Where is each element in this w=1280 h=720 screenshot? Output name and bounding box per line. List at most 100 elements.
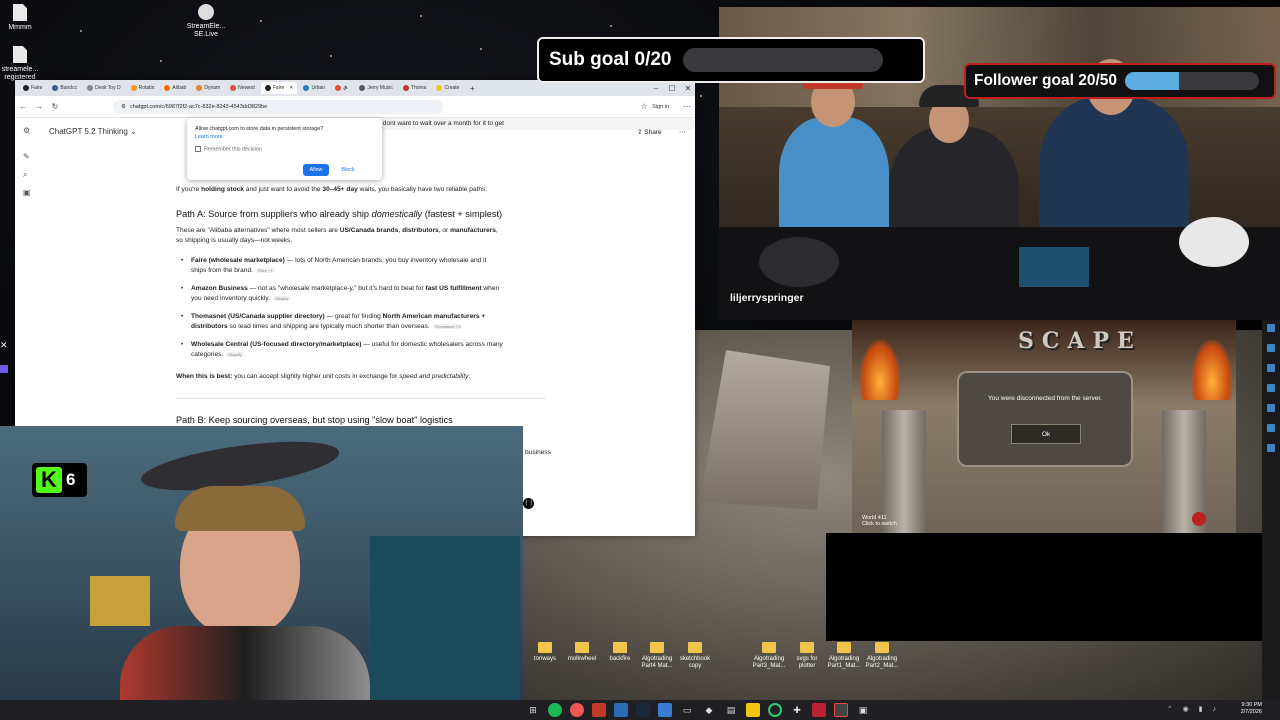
desktop-folder[interactable]: sketchbook copy — [677, 642, 713, 670]
terminal-icon[interactable]: ▭ — [680, 703, 694, 717]
file-explorer-icon[interactable] — [746, 703, 760, 717]
app-icon[interactable]: ✚ — [790, 703, 804, 717]
tool-icon[interactable] — [1267, 404, 1275, 412]
citation-chip[interactable]: Faire +1 — [255, 268, 275, 273]
more-options-icon[interactable]: ⋯ — [679, 128, 686, 138]
desktop-folder[interactable]: Algotrading Part3_Mat... — [751, 642, 787, 670]
desktop-folder[interactable]: Algotrading Part2_Mat... — [864, 642, 900, 670]
app-icon[interactable]: ◆ — [702, 703, 716, 717]
library-icon[interactable]: ▣ — [23, 188, 31, 197]
app-icon[interactable] — [812, 703, 826, 717]
app-icon[interactable]: ▣ — [856, 703, 870, 717]
world-switcher[interactable]: World 411 Click to switch — [862, 515, 897, 527]
path-b-heading: Path B: Keep sourcing overseas, but stop… — [176, 415, 453, 425]
share-button[interactable]: ⇪ Share — [637, 128, 662, 138]
desktop-folder[interactable]: Algotrading Part4 Mat... — [639, 642, 675, 670]
back-button[interactable]: ← — [15, 102, 31, 111]
forward-button[interactable]: → — [31, 102, 47, 111]
tab[interactable]: Faire — [19, 82, 46, 94]
tab-active[interactable]: Faire ✕ — [260, 82, 298, 94]
steam-icon[interactable] — [636, 703, 650, 717]
the-lot-radio-sign — [1179, 217, 1249, 267]
tool-icon[interactable] — [1267, 324, 1275, 332]
desktop-icon-doc[interactable]: Mmmm — [0, 4, 40, 32]
sign-in-button[interactable]: Sign in — [652, 104, 669, 110]
learn-more-link[interactable]: Learn more — [195, 134, 374, 140]
file-icon — [13, 46, 27, 63]
desktop-folder[interactable]: molkwheel — [564, 642, 600, 663]
tab[interactable]: Alibab — [160, 82, 190, 94]
list-item: Amazon Business — not as "wholesale mark… — [181, 284, 571, 304]
app-icon[interactable]: ▤ — [724, 703, 738, 717]
music-toggle-icon[interactable] — [1192, 512, 1206, 526]
spotify-icon[interactable] — [548, 703, 562, 717]
desktop-icon-doc-2[interactable]: streamele... registered — [0, 46, 40, 82]
tab[interactable]: Dynam — [192, 82, 224, 94]
tab[interactable]: Rotatin — [127, 82, 159, 94]
address-bar[interactable]: ⚙ chatgpt.com/c/6987f2f2-ac7c-832e-8243-4… — [113, 99, 443, 114]
start-button[interactable]: ⊞ — [526, 703, 540, 717]
search-icon[interactable]: ⌕ — [23, 170, 27, 180]
tab[interactable]: Urban — [299, 82, 329, 94]
new-tab-button[interactable]: + — [465, 84, 479, 93]
tab[interactable]: Thoma — [399, 82, 431, 94]
favicon-icon — [303, 85, 310, 91]
app-icon[interactable] — [658, 703, 672, 717]
intro-paragraph: If you're holding stock and just want to… — [176, 186, 488, 193]
desktop-folder[interactable]: svgs for plotter — [789, 642, 825, 670]
close-icon[interactable]: ✕ — [0, 340, 12, 351]
close-tab-icon[interactable]: ✕ — [289, 85, 293, 91]
obs-icon[interactable] — [834, 703, 848, 717]
allow-button[interactable]: Allow — [303, 164, 329, 176]
brave-icon[interactable] — [570, 703, 584, 717]
citation-chip[interactable]: Thomasnet +1 — [432, 324, 463, 329]
voice-mode-button[interactable]: ❘❘ — [523, 498, 534, 509]
youtube-icon — [335, 85, 342, 91]
tool-icon[interactable] — [1267, 364, 1275, 372]
tool-icon[interactable] — [1267, 424, 1275, 432]
list-item: Thomasnet (US/Canada supplier directory)… — [181, 312, 571, 332]
tab[interactable]: Desk Toy D — [83, 82, 124, 94]
favicon-icon — [87, 85, 94, 91]
desktop-folder[interactable]: backfire — [602, 642, 638, 663]
citation-chip[interactable]: Shopify — [273, 296, 291, 301]
reload-button[interactable]: ↻ — [47, 102, 63, 111]
desktop-icon-streamelements[interactable]: StreamEle... SE.Live — [186, 4, 226, 39]
app-icon[interactable] — [592, 703, 606, 717]
menu-icon[interactable]: ⋯ — [679, 102, 695, 111]
remember-checkbox[interactable] — [195, 146, 201, 152]
tool-icon[interactable] — [1267, 344, 1275, 352]
maximize-button[interactable]: ☐ — [665, 84, 679, 93]
citation-chip[interactable]: Shopify — [226, 352, 244, 357]
clock[interactable]: 9:30 PM 2/7/2026 — [1241, 702, 1262, 716]
tab[interactable]: 🔈 — [331, 82, 353, 94]
chrome-icon[interactable] — [768, 703, 782, 717]
new-chat-icon[interactable]: ✎ — [23, 152, 30, 161]
minimize-button[interactable]: – — [649, 84, 663, 93]
vscode-icon[interactable] — [614, 703, 628, 717]
tab[interactable]: Newest — [226, 82, 259, 94]
favicon-icon — [23, 85, 29, 91]
close-window-button[interactable]: ✕ — [681, 84, 695, 93]
text-fragment: business — [525, 449, 552, 456]
tab[interactable]: Bandcc — [48, 82, 81, 94]
app-icon[interactable] — [0, 365, 8, 373]
tab[interactable]: Jerry Music — [355, 82, 397, 94]
desktop-folder[interactable]: Algotrading Part1_Mat... — [826, 642, 862, 670]
site-info-icon[interactable]: ⚙ — [121, 104, 126, 110]
speaker-icon: 🔈 — [343, 85, 350, 91]
openai-logo-icon[interactable]: ⚙ — [23, 126, 30, 135]
system-tray[interactable]: ⌃ ◉ ▮ ♪ — [1167, 705, 1220, 713]
bookmark-star-icon[interactable]: ☆ — [636, 102, 652, 111]
empty-panel — [826, 533, 1262, 641]
tool-icon[interactable] — [1267, 384, 1275, 392]
tool-icon[interactable] — [1267, 444, 1275, 452]
block-button[interactable]: Block — [335, 164, 361, 176]
follower-goal-label: Follower goal 20/50 — [974, 72, 1117, 89]
ok-button[interactable]: Ok — [1011, 424, 1081, 444]
disconnected-dialog: You were disconnected from the server. O… — [957, 371, 1133, 467]
model-selector[interactable]: ChatGPT 5.2 Thinking ⌄ — [49, 127, 137, 136]
right-side-toolbar — [1262, 320, 1280, 700]
tab[interactable]: Create — [432, 82, 463, 94]
desktop-folder[interactable]: tonways — [527, 642, 563, 663]
